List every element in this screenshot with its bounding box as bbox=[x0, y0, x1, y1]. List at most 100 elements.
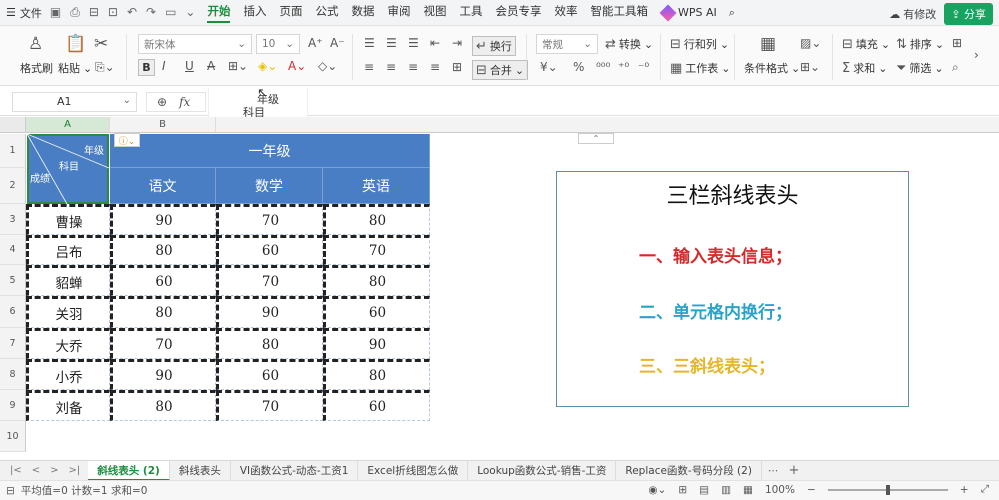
row-column-button[interactable]: ⊟ 行和列 ⌄ bbox=[670, 36, 729, 52]
status-mode-icon[interactable]: ⊟ bbox=[6, 485, 15, 497]
subject-header-english[interactable]: 英语 bbox=[323, 168, 430, 204]
cut-icon[interactable]: ✂ bbox=[94, 34, 108, 54]
table-style-icon[interactable]: ⊞⌄ bbox=[800, 60, 820, 74]
save-icon[interactable]: ▣ bbox=[50, 5, 61, 20]
redo-icon[interactable]: ↷ bbox=[146, 5, 156, 20]
format-painter-icon[interactable]: ♙ bbox=[28, 34, 43, 54]
score-cell[interactable]: 60 bbox=[323, 296, 430, 328]
menu-page[interactable]: 页面 bbox=[279, 3, 302, 23]
score-cell[interactable]: 60 bbox=[216, 235, 323, 265]
name-cell[interactable]: 小乔 bbox=[26, 359, 110, 390]
menu-member[interactable]: 会员专享 bbox=[495, 3, 541, 23]
undo-icon[interactable]: ↶ bbox=[127, 5, 137, 20]
zoom-icon[interactable]: ⊕ bbox=[157, 95, 167, 109]
sheet-tab-excel-line-chart[interactable]: Excel折线图怎么做 bbox=[358, 460, 469, 481]
zoom-out-icon[interactable]: − bbox=[807, 484, 816, 496]
sheet-tab-vlookup-salary[interactable]: VI函数公式-动态-工资1 bbox=[231, 460, 359, 481]
distribute-icon[interactable]: ⊞ bbox=[452, 60, 462, 74]
preview-icon[interactable]: ⊡ bbox=[108, 5, 118, 20]
collapse-toggle[interactable]: ⌃ bbox=[578, 133, 614, 144]
menu-smart-toolbox[interactable]: 智能工具箱 bbox=[590, 3, 648, 23]
score-cell[interactable]: 70 bbox=[216, 204, 323, 235]
zoom-level[interactable]: 100% bbox=[765, 484, 795, 496]
copy-icon[interactable]: ⎘⌄ bbox=[95, 60, 115, 75]
font-size-select[interactable]: 10 ⌄ bbox=[256, 34, 300, 54]
zoom-slider-knob[interactable] bbox=[885, 484, 890, 495]
paste-icon[interactable]: 📋 bbox=[65, 34, 86, 54]
menu-view[interactable]: 视图 bbox=[423, 3, 446, 23]
sheet-tab-diagonal-header[interactable]: 斜线表头 bbox=[170, 460, 231, 481]
decrease-decimal-icon[interactable]: ⁻⁰ bbox=[638, 60, 649, 74]
sort-button[interactable]: ⇅ 排序 ⌄ bbox=[896, 36, 944, 52]
row-header-6[interactable]: 6 bbox=[0, 296, 26, 328]
first-sheet-icon[interactable]: |< bbox=[10, 465, 22, 476]
score-cell[interactable]: 80 bbox=[216, 328, 323, 359]
row-header-10[interactable]: 10 bbox=[0, 421, 26, 452]
select-all-corner[interactable] bbox=[0, 117, 26, 133]
reading-mode-icon[interactable]: ▦ bbox=[743, 484, 753, 496]
name-cell[interactable]: 刘备 bbox=[26, 390, 110, 421]
chevron-down-icon[interactable]: ⌄ bbox=[185, 5, 195, 20]
print-icon[interactable]: ⊟ bbox=[89, 5, 99, 20]
bold-button[interactable]: B bbox=[138, 59, 155, 76]
score-cell[interactable]: 80 bbox=[323, 359, 430, 390]
currency-button[interactable]: ¥⌄ bbox=[540, 60, 558, 74]
menu-tools[interactable]: 工具 bbox=[459, 3, 482, 23]
menu-data[interactable]: 数据 bbox=[351, 3, 374, 23]
subject-header-chinese[interactable]: 语文 bbox=[110, 168, 216, 204]
zoom-slider[interactable] bbox=[827, 484, 948, 495]
score-cell[interactable]: 60 bbox=[323, 390, 430, 421]
wps-ai-button[interactable]: WPS AI ⌕ bbox=[659, 4, 735, 21]
fullscreen-icon[interactable]: ⤢ bbox=[981, 483, 989, 496]
column-header-b[interactable]: B bbox=[110, 117, 216, 133]
align-center-icon[interactable]: ≡ bbox=[386, 60, 396, 74]
align-top-icon[interactable]: ☰ bbox=[364, 36, 375, 50]
sheet-tab-lookup-sales[interactable]: Lookup函数公式-销售-工资 bbox=[468, 460, 617, 481]
name-cell[interactable]: 曹操 bbox=[26, 204, 110, 235]
format-painter-button[interactable]: 格式刷 bbox=[20, 60, 53, 76]
column-header-a[interactable]: A bbox=[26, 117, 110, 133]
increase-decimal-icon[interactable]: ⁺⁰ bbox=[618, 60, 629, 74]
score-cell[interactable]: 60 bbox=[110, 265, 216, 296]
row-header-5[interactable]: 5 bbox=[0, 265, 26, 296]
menu-efficiency[interactable]: 效率 bbox=[554, 3, 577, 23]
fill-button[interactable]: ⊟ 填充 ⌄ bbox=[842, 36, 890, 52]
prev-sheet-icon[interactable]: < bbox=[32, 465, 40, 476]
merge-cells-button[interactable]: ⊟ 合并 ⌄ bbox=[472, 60, 529, 80]
modified-status[interactable]: ☁ 有修改 bbox=[889, 6, 936, 22]
find-icon[interactable]: ⌕ bbox=[952, 60, 959, 75]
score-cell[interactable]: 70 bbox=[216, 265, 323, 296]
row-header-2[interactable]: 2 bbox=[0, 168, 26, 204]
sheet-tab-replace-number[interactable]: Replace函数-号码分段 (2) bbox=[616, 460, 762, 481]
score-cell[interactable]: 90 bbox=[110, 204, 216, 235]
indent-increase-icon[interactable]: ⇥ bbox=[452, 36, 462, 50]
cell-style-icon[interactable]: ▨⌄ bbox=[800, 36, 821, 50]
convert-button[interactable]: ⇄ 转换 ⌄ bbox=[605, 36, 653, 52]
normal-view-icon[interactable]: ⊞ bbox=[678, 484, 687, 496]
export-icon[interactable]: ⎙ bbox=[70, 5, 80, 20]
row-header-3[interactable]: 3 bbox=[0, 204, 26, 235]
paste-button[interactable]: 粘贴 ⌄ bbox=[58, 60, 92, 76]
menu-home[interactable]: 开始 bbox=[207, 3, 231, 23]
score-cell[interactable]: 80 bbox=[323, 265, 430, 296]
name-cell[interactable]: 貂蝉 bbox=[26, 265, 110, 296]
number-format-select[interactable]: 常规 ⌄ bbox=[536, 34, 598, 54]
clear-format-icon[interactable]: ◇⌄ bbox=[318, 59, 337, 73]
name-box[interactable]: A1 ⌄ bbox=[12, 92, 137, 112]
sum-button[interactable]: Σ 求和 ⌄ bbox=[842, 60, 887, 76]
spreadsheet-grid[interactable]: A B 1 2 3 4 5 6 7 8 9 10 年级 科目 成绩 一年级 语文… bbox=[0, 117, 999, 460]
conditional-format-button[interactable]: 条件格式 ⌄ bbox=[744, 60, 800, 76]
increase-font-icon[interactable]: A⁺ bbox=[308, 36, 323, 50]
grade-header-cell[interactable]: 一年级 bbox=[110, 134, 430, 168]
name-cell[interactable]: 关羽 bbox=[26, 296, 110, 328]
last-sheet-icon[interactable]: >| bbox=[69, 465, 81, 476]
row-header-8[interactable]: 8 bbox=[0, 359, 26, 390]
diagonal-header-cell[interactable]: 年级 科目 成绩 bbox=[27, 134, 109, 204]
add-sheet-button[interactable]: + bbox=[788, 463, 799, 478]
page-layout-icon[interactable]: ▤ bbox=[699, 484, 709, 496]
strikethrough-button[interactable]: A bbox=[207, 59, 215, 73]
eye-protection-icon[interactable]: ◉⌄ bbox=[648, 484, 666, 496]
subject-header-math[interactable]: 数学 bbox=[216, 168, 323, 204]
search-icon[interactable]: ⌕ bbox=[729, 6, 735, 20]
score-cell[interactable]: 90 bbox=[323, 328, 430, 359]
